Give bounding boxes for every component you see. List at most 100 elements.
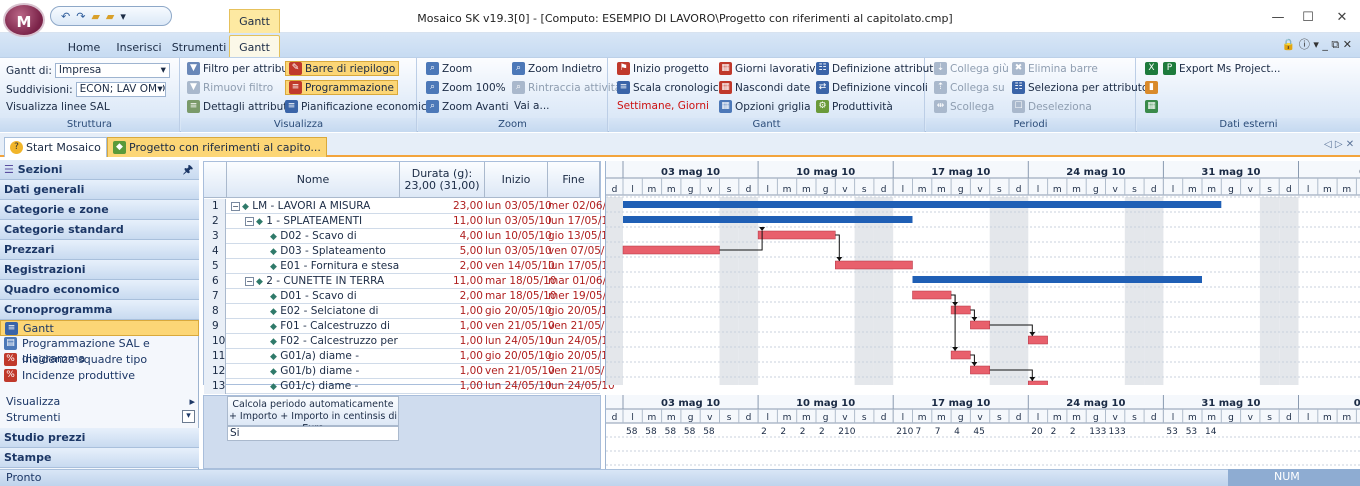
tab-home[interactable]: Home (54, 38, 114, 58)
duration-cell[interactable]: 23,00 (400, 199, 485, 213)
end-cell[interactable]: lun 24/05/10 (548, 334, 615, 348)
col-header-fine[interactable]: Fine (548, 162, 600, 198)
produttivita-button[interactable]: ⚙ Produttività (816, 100, 893, 113)
row-number[interactable]: 7 (204, 289, 226, 304)
row-number[interactable]: 6 (204, 274, 226, 289)
duration-cell[interactable]: 5,00 (400, 244, 485, 258)
end-cell[interactable]: lun 17/05/10 (548, 214, 615, 228)
end-cell[interactable]: gio 13/05/10 (548, 229, 615, 243)
section-prezzari[interactable]: Prezzari (0, 240, 199, 260)
table-row[interactable]: 5 ◆ E01 - Fornitura e stesa 2,00 ven 14/05/… (204, 259, 615, 274)
end-cell[interactable]: ven 21/05/10 (548, 319, 618, 333)
end-cell[interactable]: ven 21/05/10 (548, 364, 618, 378)
duration-cell[interactable]: 11,00 (400, 214, 485, 228)
maximize-button[interactable]: ☐ (1294, 10, 1322, 28)
table-row[interactable]: 12 ◆ G01/b) diame -1,00 ven 21/05/10 ven 21… (204, 364, 618, 379)
minimize-button[interactable]: — (1264, 10, 1292, 28)
section-dati-generali[interactable]: Dati generali (0, 180, 199, 200)
start-cell[interactable]: gio 20/05/10 (485, 304, 552, 318)
table-row[interactable]: 3 ◆ D02 - Scavo di 4,00 lun 10/05/10 gio 13/… (204, 229, 615, 244)
task-name-cell[interactable]: − ◆ LM - LAVORI A MISURA (227, 199, 399, 214)
table-row[interactable]: 1− ◆ LM - LAVORI A MISURA 23,00 lun 03/05/1… (204, 199, 620, 214)
deseleziona-button[interactable]: ☐ Deseleziona (1012, 100, 1092, 113)
table-row[interactable]: 4 ◆ D03 - Splateamento 5,00 lun 03/05/10 ven… (204, 244, 618, 259)
duration-cell[interactable]: 2,00 (400, 259, 485, 273)
end-cell[interactable]: lun 17/05/10 (548, 259, 615, 273)
table-export-button[interactable]: ▦ (1145, 100, 1158, 113)
row-number[interactable]: 4 (204, 244, 226, 259)
start-cell[interactable]: ven 14/05/10 (485, 259, 555, 273)
collega-giu-button[interactable]: ⇣ Collega giù (934, 62, 1009, 75)
end-cell[interactable]: ven 07/05/10 (548, 244, 618, 258)
inizio-progetto-button[interactable]: ⚑ Inizio progetto (617, 62, 709, 75)
dettagli-attributi-button[interactable]: ≡ Dettagli attributi (187, 100, 290, 113)
task-name-cell[interactable]: ◆ E01 - Fornitura e stesa (227, 259, 399, 274)
close-button[interactable]: ✕ (1328, 10, 1356, 28)
row-number[interactable]: 5 (204, 259, 226, 274)
row-number[interactable]: 11 (204, 349, 226, 364)
nav-item-gantt[interactable]: ≡ Gantt (0, 320, 199, 336)
visualizza-menu[interactable]: Visualizza ▸ (0, 394, 199, 410)
rintraccia-attivita-button[interactable]: ⌕ Rintraccia attività (512, 81, 621, 94)
row-number[interactable]: 9 (204, 319, 226, 334)
task-name-cell[interactable]: − ◆ 2 - CUNETTE IN TERRA (227, 274, 399, 289)
start-cell[interactable]: ven 21/05/10 (485, 364, 555, 378)
row-number[interactable]: 2 (204, 214, 226, 229)
pin-icon[interactable]: 🖈 (183, 160, 193, 179)
table-row[interactable]: 9 ◆ F01 - Calcestruzzo di 1,00 ven 21/05/10… (204, 319, 618, 334)
task-name-cell[interactable]: ◆ G01/a) diame - (227, 349, 399, 364)
section-quadro-economico[interactable]: Quadro economico (0, 280, 199, 300)
row-number[interactable]: 8 (204, 304, 226, 319)
export-ms-project-button[interactable]: P Export Ms Project... (1163, 62, 1281, 75)
elimina-barre-button[interactable]: ✖ Elimina barre (1012, 62, 1098, 75)
section-studio-prezzi[interactable]: Studio prezzi (0, 428, 199, 448)
strumenti-menu[interactable]: Strumenti ▾ (0, 410, 199, 426)
application-menu-button[interactable]: M (3, 3, 45, 37)
start-cell[interactable]: gio 20/05/10 (485, 349, 552, 363)
table-row[interactable]: 11 ◆ G01/a) diame -1,00 gio 20/05/10 gio 20… (204, 349, 615, 364)
end-cell[interactable]: mer 02/06/10 (548, 199, 620, 213)
lower-grid-value[interactable]: Si (227, 426, 399, 441)
table-row[interactable]: 13 ◆ G01/c) diame -1,00 lun 24/05/10 lun 24… (204, 379, 615, 394)
end-cell[interactable]: gio 20/05/10 (548, 304, 615, 318)
vai-a-button[interactable]: Vai a... (514, 100, 550, 112)
duration-cell[interactable]: 4,00 (400, 229, 485, 243)
pianificazione-economica-button[interactable]: ≡ Pianificazione economica (285, 100, 433, 113)
task-name-cell[interactable]: ◆ D01 - Scavo di (227, 289, 399, 304)
duration-cell[interactable]: 1,00 (400, 349, 485, 363)
gantt-svg[interactable]: 03 mag 10 10 mag 10 17 mag 10 24 mag 10 31 m… (606, 161, 1360, 385)
rimuovi-filtro-button[interactable]: ▼ Rimuovi filtro (187, 81, 273, 94)
programmazione-button[interactable]: ≡ Programmazione (285, 80, 398, 95)
customize-qat-icon[interactable]: ▾ (120, 10, 126, 23)
table-row[interactable]: 2− ◆ 1 - SPLATEAMENTI 11,00 lun 03/05/10 lun… (204, 214, 615, 229)
nascondi-date-button[interactable]: ▦ Nascondi date (719, 81, 810, 94)
redo-icon[interactable]: ↷ (76, 10, 85, 23)
start-cell[interactable]: ven 21/05/10 (485, 319, 555, 333)
start-cell[interactable]: mar 18/05/10 (485, 274, 556, 288)
end-cell[interactable]: mar 01/06/10 (548, 274, 619, 288)
section-categorie-zone[interactable]: Categorie e zone (0, 200, 199, 220)
excel-button[interactable]: X (1145, 62, 1158, 75)
gantt-di-select[interactable]: Impresa ▾ (54, 63, 170, 78)
duration-cell[interactable]: 11,00 (400, 274, 485, 288)
giorni-lavorativi-button[interactable]: ▦ Giorni lavorativi (719, 62, 818, 75)
tab-inserisci[interactable]: Inserisci (108, 38, 170, 58)
start-cell[interactable]: lun 10/05/10 (485, 229, 552, 243)
table-row[interactable]: 6− ◆ 2 - CUNETTE IN TERRA 11,00 mar 18/05/1… (204, 274, 619, 289)
scollega-button[interactable]: ⇹ Scollega (934, 100, 994, 113)
task-name-cell[interactable]: − ◆ 1 - SPLATEAMENTI (227, 214, 399, 229)
task-name-cell[interactable]: ◆ F01 - Calcestruzzo di (227, 319, 399, 334)
zoom-button[interactable]: ⌕ Zoom (426, 62, 472, 75)
ribbon-window-controls[interactable]: 🔒 ⓘ ▾ _ ⧉ ✕ (1282, 36, 1352, 52)
table-row[interactable]: 8 ◆ E02 - Selciatone di 1,00 gio 20/05/10 gi… (204, 304, 615, 319)
start-cell[interactable]: lun 03/05/10 (485, 214, 552, 228)
definizione-vincoli-button[interactable]: ⇄ Definizione vincoli (816, 81, 928, 94)
collapse-icon[interactable]: − (245, 216, 254, 226)
zoom-100-button[interactable]: ⌕ Zoom 100% (426, 81, 506, 94)
task-name-cell[interactable]: ◆ F02 - Calcestruzzo per (227, 334, 399, 349)
task-name-cell[interactable]: ◆ E02 - Selciatone di (227, 304, 399, 319)
gantt-chart[interactable]: 03 mag 10 10 mag 10 17 mag 10 24 mag 10 31 m… (605, 161, 1360, 385)
collega-su-button[interactable]: ⇡ Collega su (934, 81, 1005, 94)
visualizza-linee-sal-button[interactable]: Visualizza linee SAL (6, 101, 110, 113)
end-cell[interactable]: lun 24/05/10 (548, 379, 615, 393)
